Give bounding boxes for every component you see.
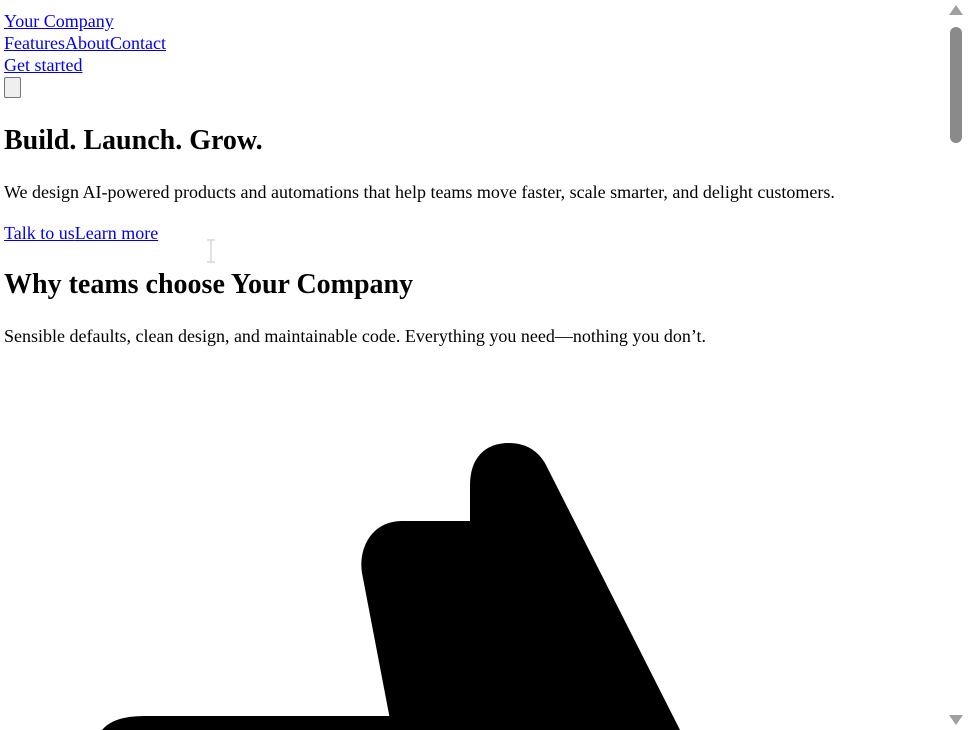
scroll-up-arrow-icon[interactable] bbox=[947, 3, 965, 17]
thumbs-up-icon bbox=[102, 443, 680, 730]
scrollbar-thumb[interactable] bbox=[950, 27, 962, 143]
scroll-down-arrow-icon[interactable] bbox=[947, 713, 965, 727]
page: Your Company FeaturesAboutContact Get st… bbox=[0, 0, 946, 730]
vertical-scrollbar[interactable] bbox=[946, 0, 966, 730]
